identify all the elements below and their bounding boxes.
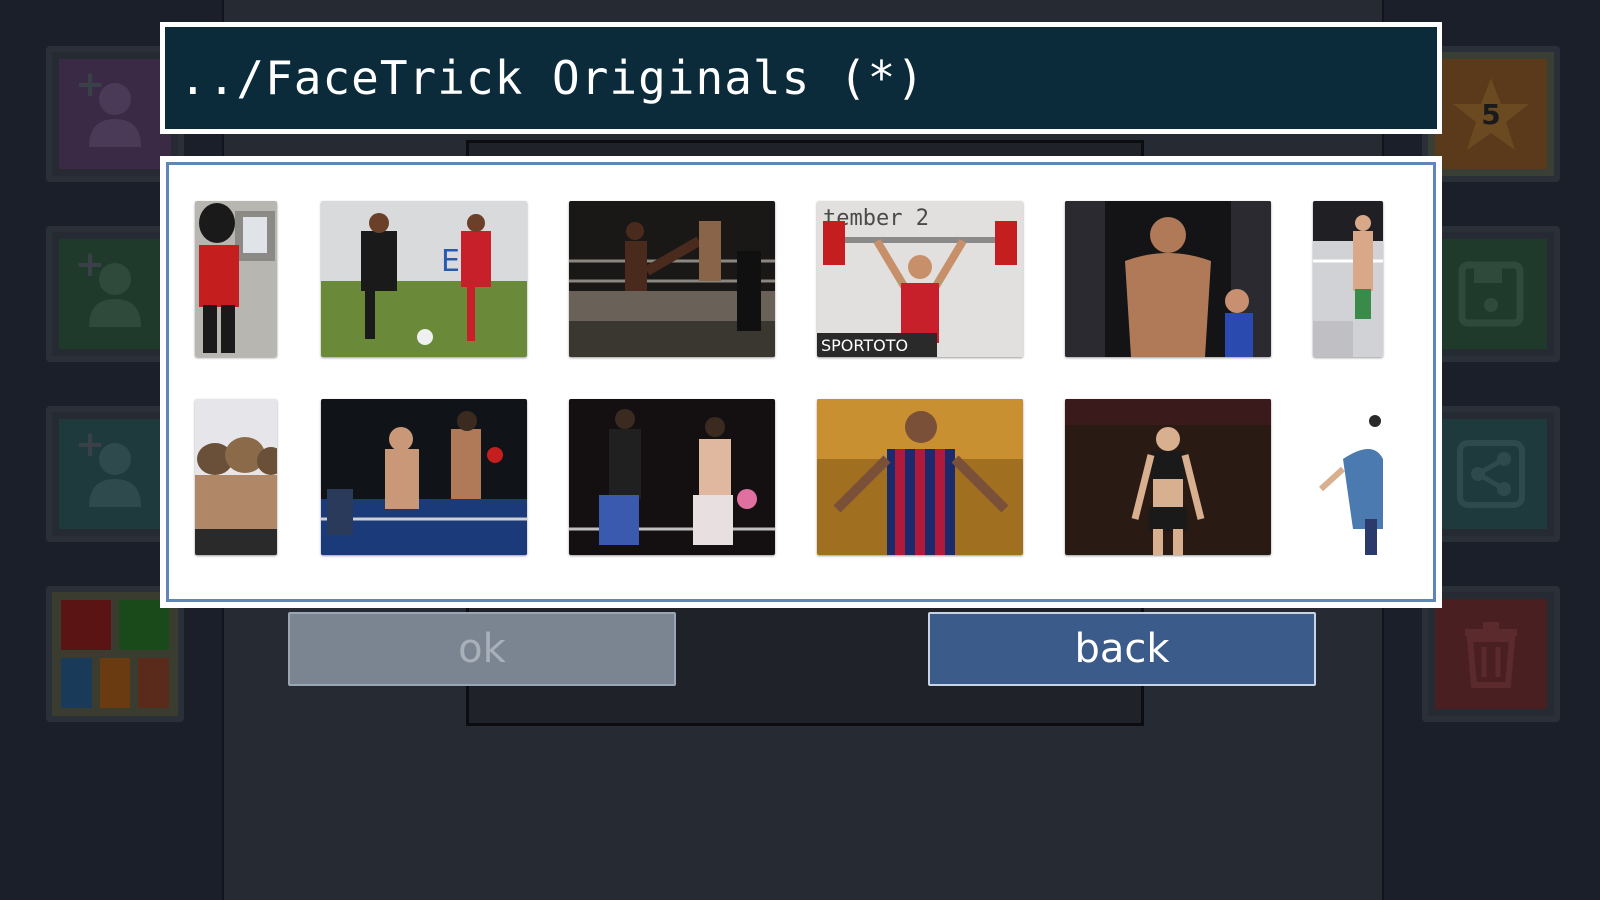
thumbnail-boxing-match[interactable] [321, 399, 527, 555]
thumbnail-soccer-striped[interactable] [817, 399, 1023, 555]
share-button[interactable] [1422, 406, 1560, 542]
save-icon [1435, 239, 1547, 349]
image-gallery[interactable]: EU tember 2SPORTOTO [160, 156, 1442, 608]
add-person-icon: + [59, 419, 171, 529]
thumbnail-female-fighter[interactable] [1065, 399, 1271, 555]
thumbnail-weightlifter[interactable]: tember 2 SPORTOTO [817, 201, 1023, 357]
star-icon: 5 [1435, 59, 1547, 169]
save-button[interactable] [1422, 226, 1560, 362]
svg-text:SPORTOTO: SPORTOTO [821, 336, 908, 355]
add-person-icon: + [59, 239, 171, 349]
thumbnail-muay-thai[interactable] [569, 399, 775, 555]
thumbnail-kickboxing[interactable] [569, 201, 775, 357]
thumbnail-fur-hats[interactable] [195, 399, 277, 555]
thumbnail-mma-fighter[interactable] [1065, 201, 1271, 357]
thumbnail-cartoon[interactable] [1313, 399, 1383, 555]
trash-icon [1435, 599, 1547, 709]
dialog-title: ../FaceTrick Originals (*) [160, 22, 1442, 134]
back-button[interactable]: back [928, 612, 1316, 686]
ok-button[interactable]: ok [288, 612, 676, 686]
thumbnail-boxer-ring[interactable] [1313, 201, 1383, 357]
color-palette-icon [61, 600, 170, 708]
add-person-icon: + [59, 59, 171, 169]
delete-button[interactable] [1422, 586, 1560, 722]
share-icon [1435, 419, 1547, 529]
favorites-button[interactable]: 5 [1422, 46, 1560, 182]
thumbnail-soccer[interactable]: EU [321, 201, 527, 357]
svg-text:5: 5 [1481, 98, 1500, 131]
thumbnail-guard[interactable] [195, 201, 277, 357]
